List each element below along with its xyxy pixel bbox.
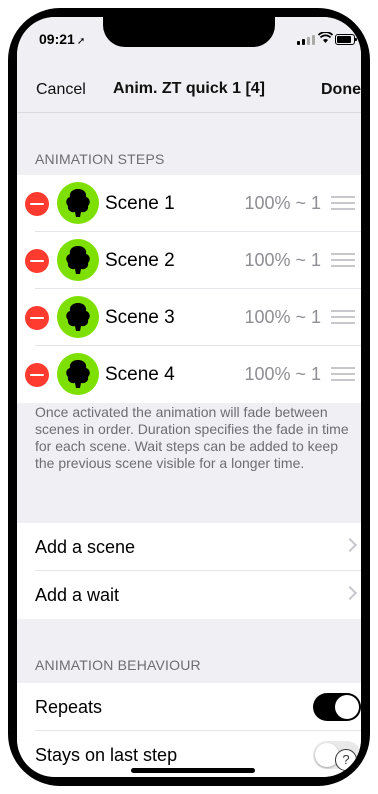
notch [103,17,275,47]
reorder-handle-icon[interactable] [331,196,355,210]
help-button[interactable]: ? [335,749,357,771]
step-value: 100% ~ 1 [244,250,321,270]
location-arrow-icon: ➚ [76,36,86,47]
wifi-icon [317,31,334,47]
section-header-animation-steps: ANIMATION STEPS [35,151,165,167]
repeats-toggle[interactable] [313,693,361,721]
delete-step-button[interactable] [25,306,49,330]
add-wait-label: Add a wait [35,585,120,605]
reorder-handle-icon[interactable] [331,310,355,324]
nav-divider [17,112,361,113]
step-name: Scene 1 [105,193,175,214]
toggle-knob [335,695,359,719]
chevron-right-icon [342,585,358,601]
reorder-handle-icon[interactable] [331,253,355,267]
delete-step-button[interactable] [25,249,49,273]
status-time: 09:21 ➚ [39,31,86,47]
reorder-handle-icon[interactable] [331,367,355,381]
actions-list: Add a scene Add a wait [17,523,361,619]
battery-icon [335,34,357,45]
add-scene-row[interactable]: Add a scene [17,523,361,571]
delete-step-button[interactable] [25,363,49,387]
step-row[interactable]: Scene 4 100% ~ 1 [17,346,361,403]
tree-scene-icon [57,182,99,224]
page-title: Anim. ZT quick 1 [4] [112,80,265,97]
cellular-signal-icon [297,35,315,45]
section-header-animation-behaviour: ANIMATION BEHAVIOUR [35,657,201,673]
step-name: Scene 4 [105,364,175,385]
tree-scene-icon [57,239,99,281]
add-scene-label: Add a scene [35,537,136,557]
home-indicator[interactable] [131,768,255,773]
step-value: 100% ~ 1 [244,364,321,384]
behaviour-list: Repeats Stays on last step [17,683,361,777]
step-name: Scene 3 [105,307,175,328]
tree-scene-icon [57,353,99,395]
add-wait-row[interactable]: Add a wait [17,571,361,619]
step-name: Scene 2 [105,250,175,271]
section-footer-text: Once activated the animation will fade b… [35,404,349,471]
animation-steps-list: Scene 1 100% ~ 1 Scene 2 100% ~ 1 Scene … [17,175,361,403]
step-row[interactable]: Scene 2 100% ~ 1 [17,232,361,289]
done-button[interactable]: Done [321,81,361,99]
step-row[interactable]: Scene 1 100% ~ 1 [17,175,361,232]
step-value: 100% ~ 1 [244,307,321,327]
stays-on-last-step-label: Stays on last step [35,745,178,765]
tree-scene-icon [57,296,99,338]
step-value: 100% ~ 1 [244,193,321,213]
chevron-right-icon [342,537,358,553]
navigation-bar: Cancel Anim. ZT quick 1 [4] Done [17,57,361,107]
delete-step-button[interactable] [25,192,49,216]
step-row[interactable]: Scene 3 100% ~ 1 [17,289,361,346]
repeats-label: Repeats [35,697,103,717]
screen: 09:21 ➚ Cancel Anim. ZT quick 1 [4] Done … [17,17,361,777]
repeats-row: Repeats [17,683,361,731]
